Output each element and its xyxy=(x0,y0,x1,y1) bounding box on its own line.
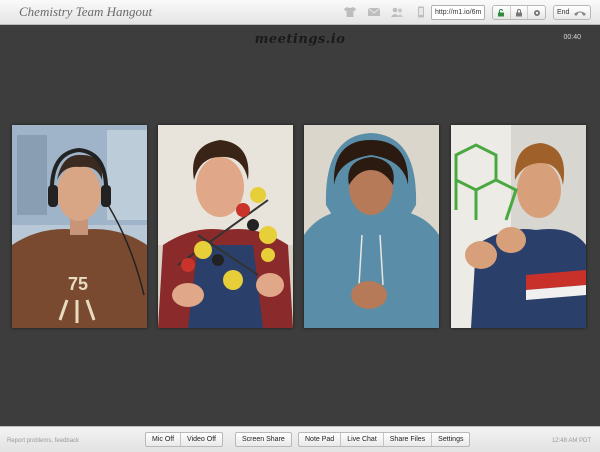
note-pad-button[interactable]: Note Pad xyxy=(299,433,342,446)
lock-icon xyxy=(516,8,522,16)
app-title: Chemistry Team Hangout xyxy=(19,4,153,19)
av-controls: Mic Off Video Off xyxy=(145,432,223,447)
unlock-icon xyxy=(498,8,505,16)
end-call-button[interactable]: End xyxy=(553,5,591,20)
screen-share-button[interactable]: Screen Share xyxy=(236,433,291,446)
settings-lock-icon xyxy=(533,9,540,16)
tools-controls: Note Pad Live Chat Share Files Settings xyxy=(298,432,471,447)
people-icon[interactable] xyxy=(390,6,404,18)
participant-video-3[interactable] xyxy=(304,125,439,328)
bottom-bar: Report problems, feedback Mic Off Video … xyxy=(0,426,600,452)
clock: 12:48 AM PDT xyxy=(551,438,591,444)
participant-video-1[interactable]: 75 xyxy=(12,125,147,328)
report-link[interactable]: Report problems, feedback xyxy=(7,438,79,444)
svg-text:75: 75 xyxy=(68,274,88,294)
video-off-button[interactable]: Video Off xyxy=(181,433,222,446)
live-chat-button[interactable]: Live Chat xyxy=(341,433,384,446)
lock-button-2[interactable] xyxy=(511,6,529,19)
lock-button-1[interactable] xyxy=(493,6,511,19)
lock-controls xyxy=(492,5,546,20)
hangup-icon xyxy=(574,11,586,16)
participant-video-4[interactable] xyxy=(451,125,586,328)
video-stage: meetings.io 00:40 75 xyxy=(0,26,600,426)
call-timer: 00:40 xyxy=(563,34,581,41)
top-bar: Chemistry Team Hangout http://m1.io/6m E… xyxy=(0,0,600,25)
mail-icon[interactable] xyxy=(367,6,381,18)
end-label: End xyxy=(557,9,570,16)
lock-button-3[interactable] xyxy=(528,6,545,19)
phone-device-icon[interactable] xyxy=(414,6,428,18)
brand-logo: meetings.io xyxy=(254,32,346,47)
shirt-icon[interactable] xyxy=(343,6,357,18)
share-files-button[interactable]: Share Files xyxy=(384,433,433,446)
mic-off-button[interactable]: Mic Off xyxy=(146,433,182,446)
screen-share-controls: Screen Share xyxy=(235,432,292,447)
participant-video-2[interactable] xyxy=(158,125,293,328)
url-field[interactable]: http://m1.io/6m xyxy=(431,5,485,20)
settings-button[interactable]: Settings xyxy=(432,433,469,446)
